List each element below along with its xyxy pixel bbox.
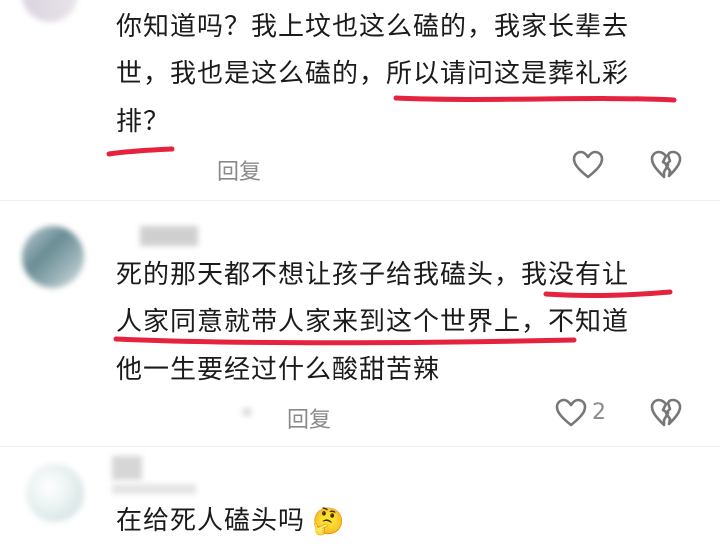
broken-heart-icon[interactable] [650,150,682,180]
reply-button[interactable]: 回复 [287,402,331,434]
red-underline-mark [113,336,577,346]
heart-outline-icon[interactable] [555,398,587,428]
location-blurred [242,408,252,416]
avatar[interactable] [22,226,84,288]
comment-line: 你知道吗？我上坟也这么磕的，我家长辈去 [116,12,630,42]
divider [0,446,720,447]
heart-outline-icon[interactable] [572,150,604,180]
comment-line: 他一生要经过什么酸甜苦辣 [116,355,441,385]
divider [0,200,720,201]
avatar[interactable] [26,464,84,522]
thinking-emoji: 🤔 [312,507,345,537]
reply-button[interactable]: 回复 [217,154,261,186]
username-blurred [112,456,142,480]
broken-heart-icon[interactable] [650,398,682,428]
red-underline-mark [543,289,673,298]
username-blurred [112,484,196,494]
like-count: 2 [592,400,606,425]
red-underline-mark [393,95,677,103]
comment-line: 排？ [116,107,171,137]
comment-line: 在给死人磕头吗 [116,506,306,536]
username-blurred [140,226,198,246]
red-underline-mark [106,146,175,157]
avatar[interactable] [22,0,78,22]
